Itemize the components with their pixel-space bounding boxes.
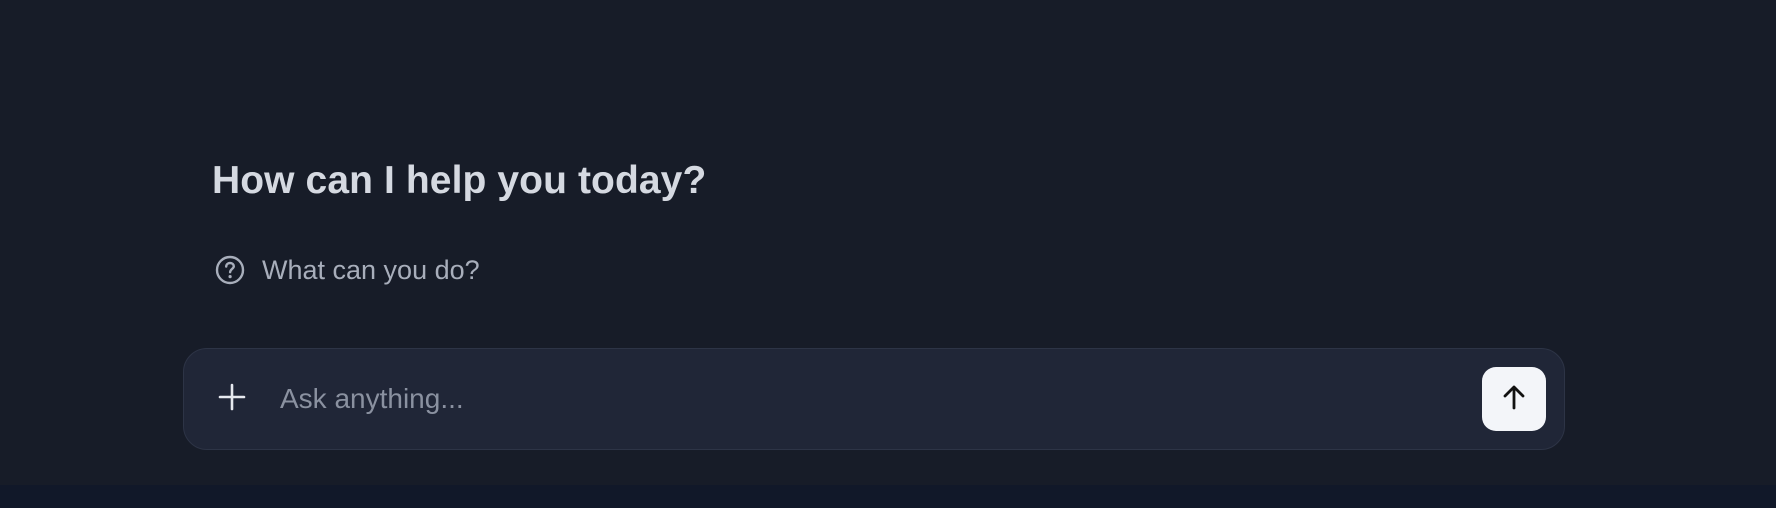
suggestion-what-can-you-do[interactable]: What can you do?: [214, 250, 480, 290]
attach-button[interactable]: [210, 377, 254, 421]
footer-band: [0, 485, 1776, 508]
question-circle-icon: [214, 254, 246, 286]
message-input[interactable]: [280, 373, 1430, 425]
chat-empty-state: How can I help you today? What can you d…: [0, 0, 1776, 485]
message-composer: [183, 348, 1565, 450]
suggestion-label: What can you do?: [262, 254, 480, 285]
send-button[interactable]: [1482, 367, 1546, 431]
greeting-heading: How can I help you today?: [212, 159, 707, 202]
plus-icon: [218, 383, 246, 416]
arrow-up-icon: [1499, 383, 1529, 416]
